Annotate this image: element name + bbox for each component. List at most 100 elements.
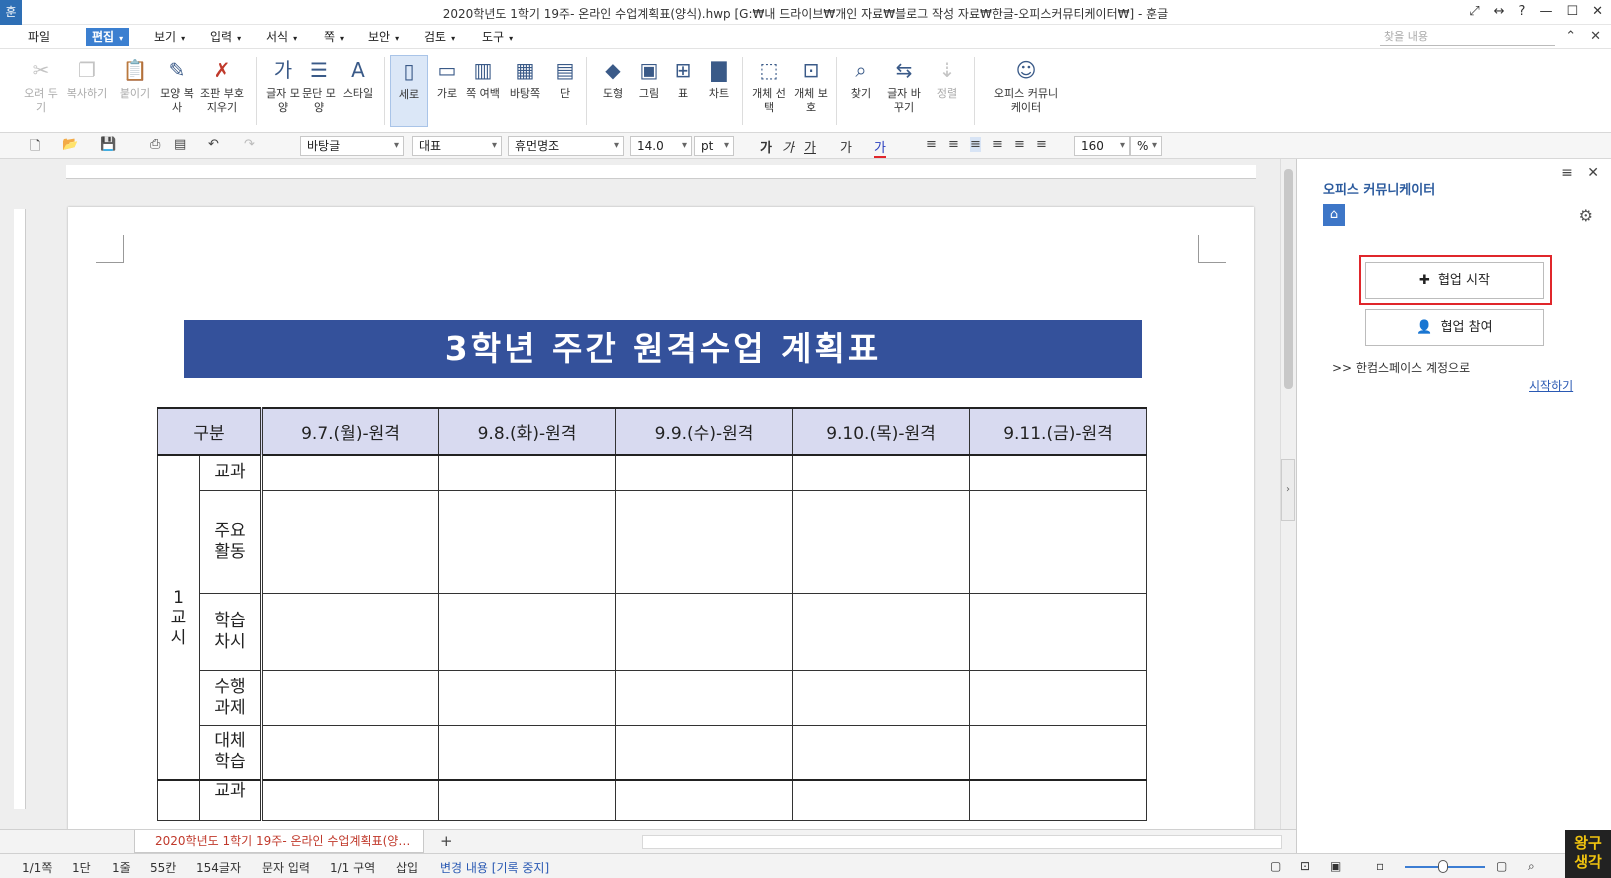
start-link[interactable]: 시작하기 [1529, 377, 1573, 394]
resize-icon[interactable]: ↔ [1494, 4, 1505, 19]
table-cell[interactable] [615, 454, 793, 491]
plan-table[interactable]: 구분 9.7.(월)-원격 9.8.(화)-원격 9.9.(수)-원격 9.10… [157, 407, 1147, 821]
row-label-cell[interactable]: 대체 학습 [199, 724, 262, 781]
tab-current-document[interactable]: 2020학년도 1학기 19주- 온라인 수업계획표(양… [134, 830, 424, 853]
status-mode[interactable]: 문자 입력 [262, 859, 310, 876]
style-button[interactable]: A 스타일 [336, 55, 380, 101]
maximize-button[interactable]: ☐ [1566, 4, 1578, 19]
view-page-icon[interactable]: ▣ [1330, 859, 1341, 873]
sort-button[interactable]: ⇣ 정렬 [928, 55, 966, 101]
table-cell[interactable] [615, 779, 793, 821]
table-cell[interactable] [260, 779, 439, 821]
zoom-input[interactable]: 160 [1074, 136, 1130, 156]
redo-icon[interactable]: ↷ [244, 137, 255, 152]
scroll-thumb[interactable] [1284, 169, 1293, 389]
table-cell[interactable] [615, 669, 793, 726]
table-cell[interactable] [615, 592, 793, 671]
table-cell[interactable] [792, 779, 970, 821]
print-icon[interactable]: ⎙ [150, 137, 160, 152]
help-icon[interactable]: ? [1519, 4, 1526, 19]
copy-button[interactable]: ❐ 복사하기 [62, 55, 112, 101]
menu-format[interactable]: 서식 ▾ [260, 28, 303, 46]
header-cell[interactable]: 구분 [157, 407, 262, 456]
menu-page[interactable]: 쪽 ▾ [318, 28, 350, 46]
menu-view[interactable]: 보기 ▾ [148, 28, 191, 46]
table-cell[interactable] [792, 454, 970, 491]
object-select-button[interactable]: ⬚ 개체 선택 [750, 55, 788, 115]
zoom-in-icon[interactable]: ▢ [1496, 859, 1507, 873]
ribbon-close-icon[interactable]: ✕ [1590, 29, 1601, 44]
table-cell[interactable] [615, 724, 793, 781]
join-collab-button[interactable]: 👤 협업 참여 [1365, 309, 1544, 346]
menu-tools[interactable]: 도구 ▾ [476, 28, 519, 46]
align-divide-icon[interactable]: ≡ [1036, 137, 1047, 152]
chart-button[interactable]: ▇ 차트 [700, 55, 738, 101]
find-button[interactable]: ⌕ 찾기 [842, 55, 880, 101]
cut-button[interactable]: ✂ 오려 두기 [22, 55, 60, 115]
vertical-ruler[interactable] [14, 209, 26, 809]
table-cell[interactable] [792, 724, 970, 781]
new-doc-icon[interactable]: 🗋 [30, 137, 40, 159]
font-size-unit-select[interactable]: pt [694, 136, 734, 156]
menu-insert[interactable]: 입력 ▾ [204, 28, 247, 46]
start-collab-button[interactable]: ✚ 협업 시작 [1365, 262, 1544, 299]
horizontal-scrollbar[interactable] [642, 835, 1282, 849]
gear-icon[interactable]: ⚙ [1579, 206, 1593, 225]
table-cell[interactable] [792, 489, 970, 594]
status-track-changes[interactable]: 변경 내용 [기록 중지] [440, 859, 549, 876]
row-label-cell[interactable]: 학습 차시 [199, 592, 262, 671]
add-tab-button[interactable]: + [440, 832, 453, 850]
zoom-out-icon[interactable]: ▫ [1376, 859, 1384, 873]
table-cell[interactable] [438, 592, 616, 671]
horizontal-ruler[interactable] [66, 165, 1256, 179]
row-label-cell[interactable]: 교과 [199, 779, 262, 821]
table-cell[interactable] [792, 592, 970, 671]
align-left-icon[interactable]: ≡ [948, 137, 959, 152]
undo-icon[interactable]: ↶ [208, 137, 219, 152]
status-insert[interactable]: 삽입 [396, 859, 418, 876]
paste-button[interactable]: 📋 붙이기 [116, 55, 154, 101]
row-label-cell[interactable]: 수행 과제 [199, 669, 262, 726]
panel-collapse-handle[interactable]: › [1281, 459, 1295, 521]
banner-title[interactable]: 3학년 주간 원격수업 계획표 [184, 320, 1142, 378]
align-justify-icon[interactable]: ≡ [926, 137, 937, 152]
view-normal-icon[interactable]: ▢ [1270, 859, 1281, 873]
view-width-icon[interactable]: ⊡ [1300, 859, 1310, 873]
clear-format-button[interactable]: ✗ 조판 부호 지우기 [198, 55, 246, 115]
table-cell[interactable] [969, 724, 1147, 781]
status-page[interactable]: 1/1쪽 [22, 859, 52, 876]
table-cell[interactable] [438, 779, 616, 821]
close-button[interactable]: ✕ [1592, 4, 1603, 19]
home-button[interactable]: ⌂ [1323, 204, 1345, 226]
table-cell[interactable] [260, 489, 439, 594]
para-shape-button[interactable]: ☰ 문단 모양 [300, 55, 338, 115]
table-cell[interactable] [260, 724, 439, 781]
align-distribute-icon[interactable]: ≡ [1014, 137, 1025, 152]
period-cell[interactable]: 1 교 시 [157, 454, 200, 781]
preview-icon[interactable]: ▤ [174, 137, 186, 152]
table-cell[interactable] [792, 669, 970, 726]
italic-icon[interactable]: 가 [782, 137, 794, 156]
menu-security[interactable]: 보안 ▾ [362, 28, 405, 46]
portrait-button[interactable]: ▯ 세로 [390, 55, 428, 127]
picture-button[interactable]: ▣ 그림 [630, 55, 668, 101]
table-cell[interactable] [438, 724, 616, 781]
panel-menu-icon[interactable]: ≡ [1561, 165, 1573, 181]
header-cell[interactable]: 9.11.(금)-원격 [969, 407, 1147, 456]
row-label-cell[interactable]: 주요 활동 [199, 489, 262, 594]
office-communicator-button[interactable]: ☺ 오피스 커뮤니케이터 [990, 55, 1062, 115]
search-input[interactable]: 찾을 내용 [1380, 28, 1555, 46]
shape-button[interactable]: ◆ 도형 [594, 55, 632, 101]
header-cell[interactable]: 9.10.(목)-원격 [792, 407, 970, 456]
language-select[interactable]: 대표 [412, 136, 502, 156]
font-select[interactable]: 휴먼명조 [508, 136, 624, 156]
table-cell[interactable] [969, 489, 1147, 594]
background-page-button[interactable]: ▦ 바탕쪽 [502, 55, 548, 101]
minimize-button[interactable]: — [1539, 4, 1552, 19]
table-cell[interactable] [260, 454, 439, 491]
table-cell[interactable] [260, 592, 439, 671]
ribbon-collapse-icon[interactable]: ⌃ [1565, 29, 1576, 44]
row-label-cell[interactable]: 교과 [199, 454, 262, 491]
table-cell[interactable] [438, 489, 616, 594]
table-button[interactable]: ⊞ 표 [664, 55, 702, 101]
